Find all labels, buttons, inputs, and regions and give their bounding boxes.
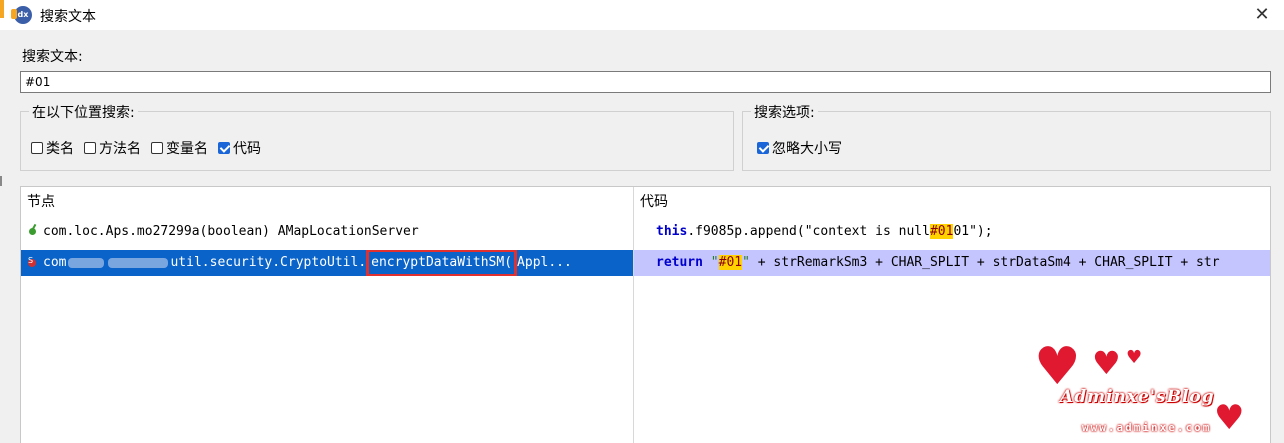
search-location-group: 在以下位置搜索: 类名 方法名 变量名 代码 [20,102,734,171]
node-text: Appl... [517,255,572,270]
checkbox-label: 代码 [233,141,261,157]
checkbox-ignore-case[interactable]: 忽略大小写 [757,138,842,158]
checkbox-class-name[interactable]: 类名 [31,138,74,158]
checkbox-box[interactable] [84,142,96,154]
node-text: com.loc.Aps.mo27299a(boolean) AMapLocati… [43,224,419,239]
redacted-blur [108,257,169,268]
checkbox-label: 方法名 [99,141,141,157]
redacted-blur [68,257,105,268]
checkbox-variable-name[interactable]: 变量名 [151,138,208,158]
table-row-node-selected[interactable]: com util.security.CryptoUtil.encryptDataW… [21,250,633,276]
heart-icon: ♥ [1214,398,1245,438]
code-text: .f9085p.append("context is null [687,224,930,239]
method-static-red-icon [27,250,37,274]
annotation-red-box: encryptDataWithSM( [366,250,518,276]
method-green-icon [27,224,37,236]
jadx-app-icon: dx [11,6,32,24]
code-text: 01"); [953,224,993,239]
checkbox-label: 忽略大小写 [772,141,842,157]
table-row-node[interactable]: com.loc.Aps.mo27299a(boolean) AMapLocati… [21,219,633,245]
close-icon: ✕ [1254,4,1270,25]
node-text: util.security.CryptoUtil. [170,255,367,270]
search-input[interactable] [20,71,1271,93]
checkbox-box[interactable] [31,142,43,154]
table-row-code[interactable]: this.f9085p.append("context is null#0101… [634,219,1270,245]
search-text-label: 搜索文本: [22,49,83,65]
code-match-highlight: #01 [718,255,743,270]
code-keyword: return [656,255,703,270]
heart-icon: ♥ [1126,347,1143,368]
column-header-node[interactable]: 节点 [21,187,633,217]
search-options-group: 搜索选项: 忽略大小写 [742,102,1271,171]
checkbox-box[interactable] [151,142,163,154]
title-bar: dx 搜索文本 ✕ [0,0,1284,30]
checkbox-box-checked[interactable] [218,142,230,154]
checkbox-box-checked[interactable] [757,142,769,154]
checkbox-label: 变量名 [166,141,208,157]
checkbox-code[interactable]: 代码 [218,138,261,158]
checkbox-label: 类名 [46,141,74,157]
heart-icon: ♥ [1092,344,1121,382]
code-text: " [742,255,750,270]
heart-icon: ♥ [1034,337,1081,397]
window-edge-stripe [0,176,2,186]
watermark-url: www.adminxe.com [1082,421,1212,434]
code-match-highlight: #01 [929,224,954,239]
watermark-text: Adminxe'sBlog [1060,387,1215,407]
window-title: 搜索文本 [40,9,96,25]
watermark: ♥ ♥ ♥ ♥ Adminxe'sBlog www.adminxe.com [1030,341,1280,443]
search-options-title: 搜索选项: [751,102,818,122]
code-keyword: this [656,224,688,239]
code-text: " [702,255,719,270]
search-location-title: 在以下位置搜索: [29,102,138,122]
close-button[interactable]: ✕ [1240,0,1284,30]
column-header-code[interactable]: 代码 [634,187,1270,217]
window-edge-stripe [0,0,4,18]
table-row-code-selected[interactable]: return "#01" + strRemarkSm3 + CHAR_SPLIT… [634,250,1270,276]
node-text: com [43,255,67,270]
checkbox-method-name[interactable]: 方法名 [84,138,141,158]
code-text: + strRemarkSm3 + CHAR_SPLIT + strDataSm4… [749,255,1220,270]
